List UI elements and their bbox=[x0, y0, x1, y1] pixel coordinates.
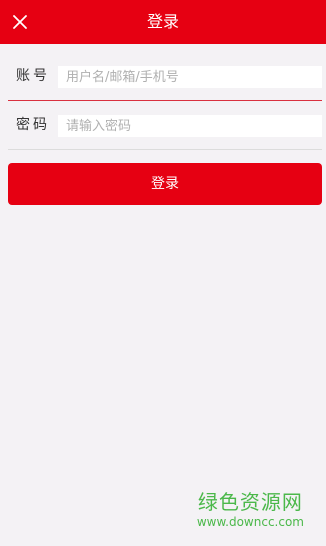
page-title: 登录 bbox=[146, 12, 179, 31]
app-header: 登录 bbox=[0, 0, 326, 44]
account-row: 账号 bbox=[8, 52, 322, 100]
watermark-title: 绿色资源网 bbox=[197, 490, 303, 514]
watermark: 绿色资源网 www.downcc.com bbox=[197, 490, 304, 530]
account-input[interactable] bbox=[58, 66, 322, 88]
password-label: 密码 bbox=[16, 117, 50, 133]
watermark-url: www.downcc.com bbox=[196, 515, 304, 529]
login-button[interactable]: 登录 bbox=[8, 163, 322, 205]
login-form: 账号 密码 bbox=[8, 52, 322, 150]
login-page: 登录 账号 密码 登录 绿色资源网 www.downcc.com bbox=[0, 0, 326, 546]
password-input[interactable] bbox=[58, 115, 322, 137]
password-row: 密码 bbox=[8, 101, 322, 149]
account-label: 账号 bbox=[16, 68, 50, 84]
password-divider bbox=[8, 149, 322, 150]
